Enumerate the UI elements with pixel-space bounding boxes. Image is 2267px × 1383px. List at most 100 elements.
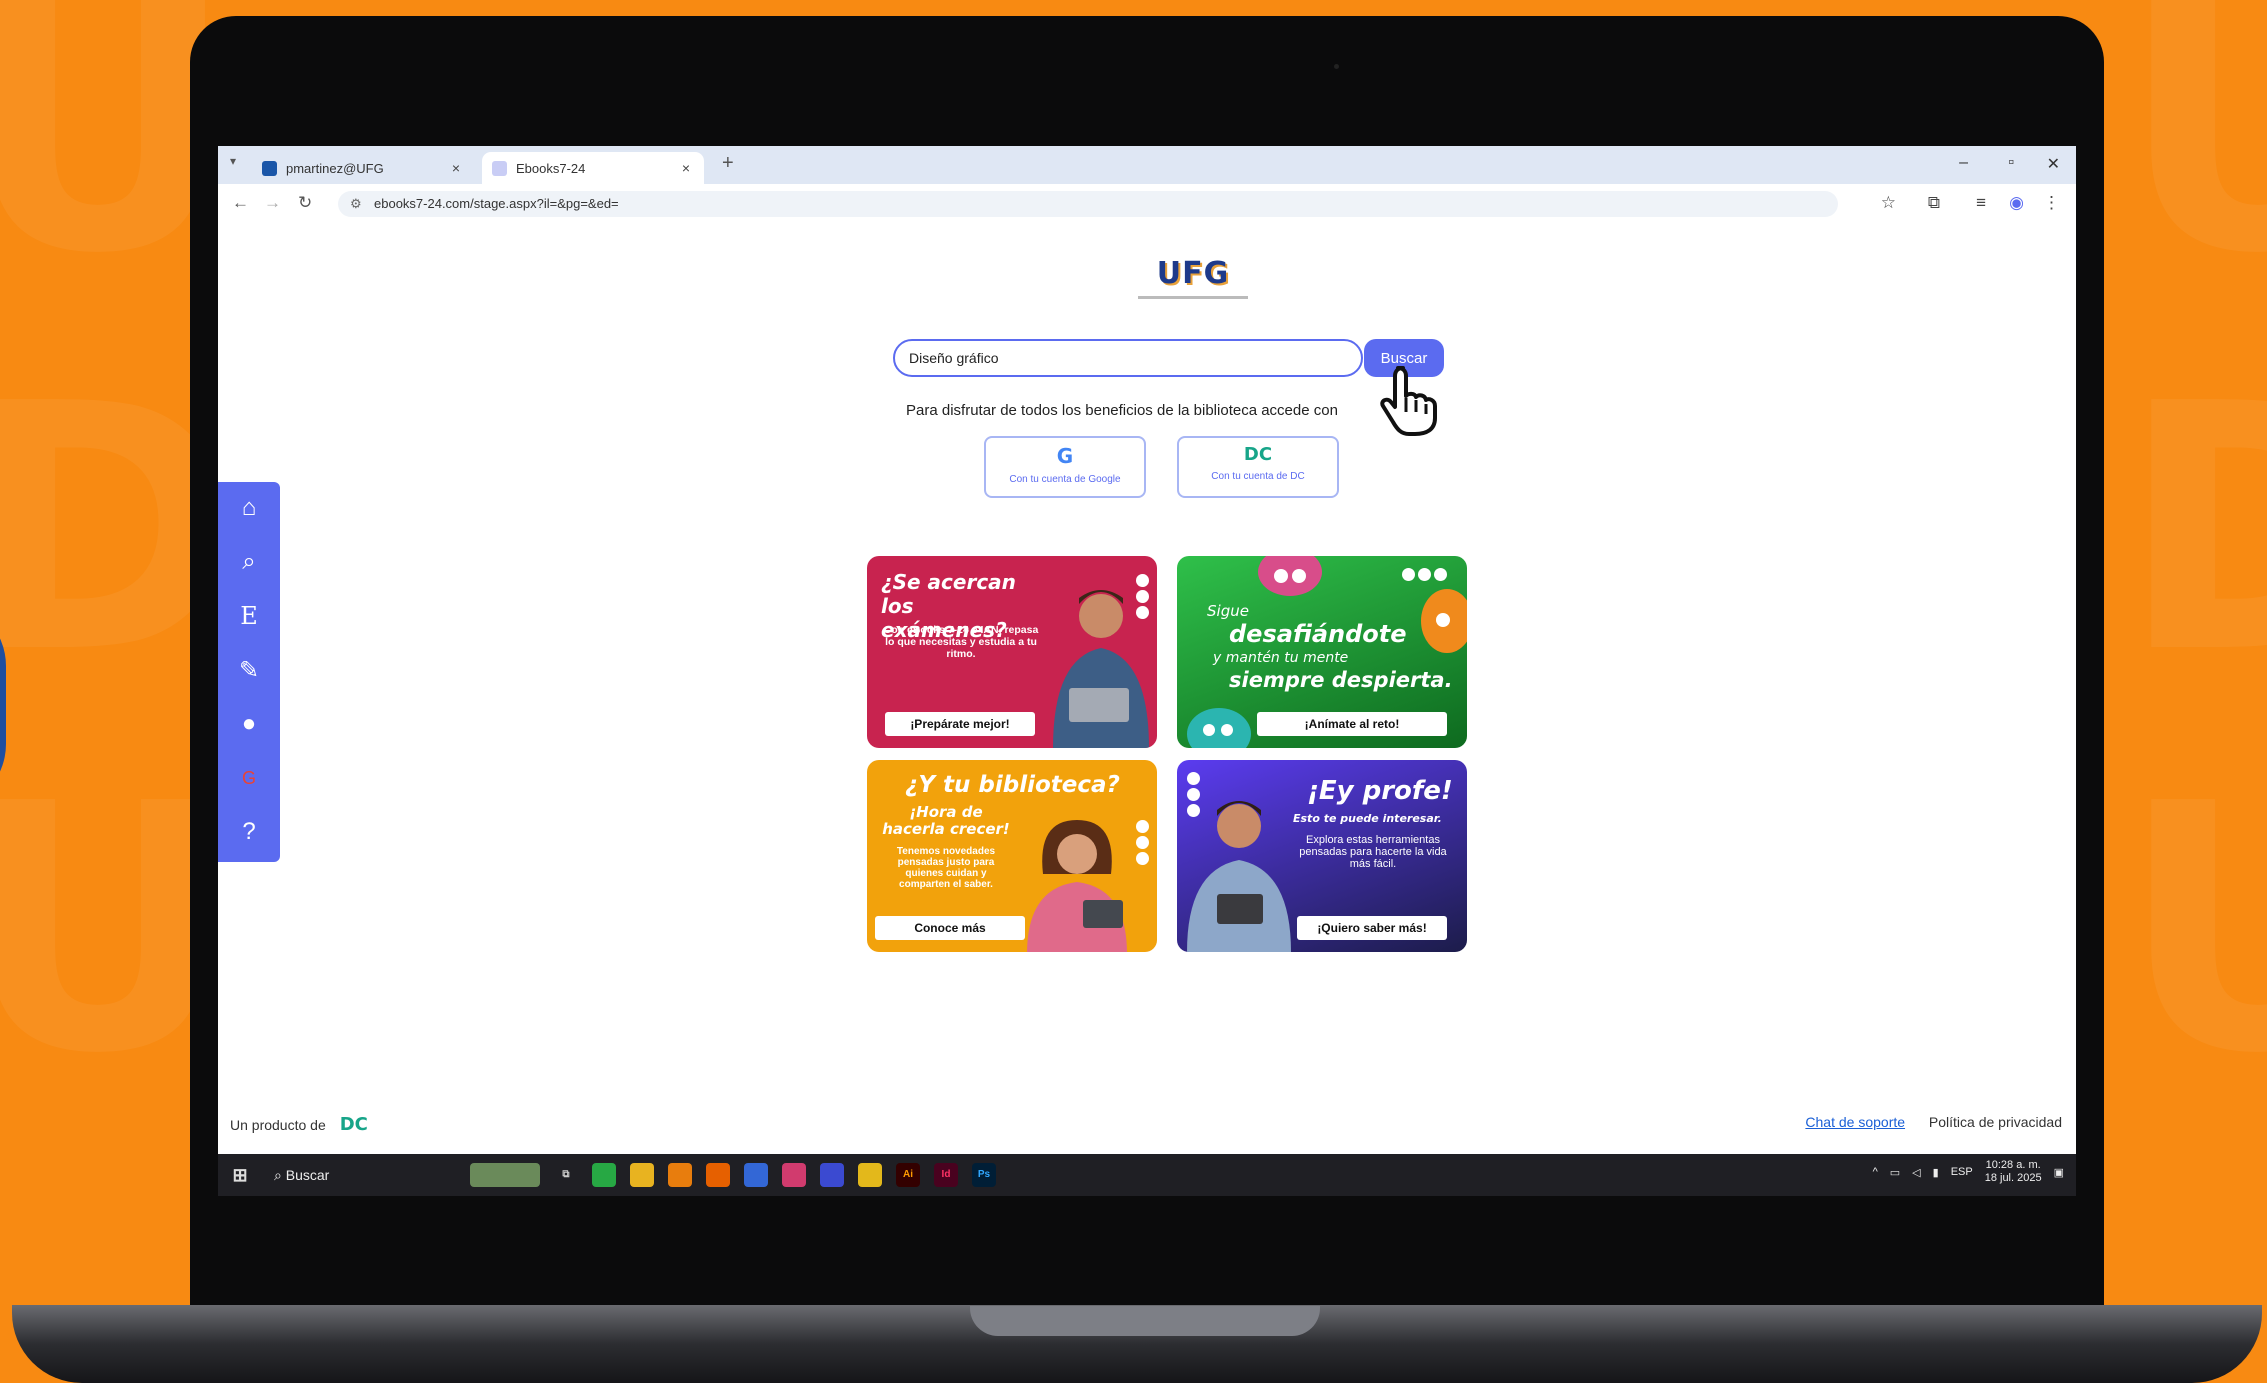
google-login-label: Con tu cuenta de Google xyxy=(1009,474,1121,485)
woman-illustration xyxy=(1027,820,1127,952)
search-input[interactable] xyxy=(893,339,1363,377)
app-blue-icon[interactable] xyxy=(820,1163,844,1187)
laptop-notch xyxy=(970,1306,1320,1336)
photoshop-icon[interactable]: Ps xyxy=(972,1163,996,1187)
dc-logo-icon[interactable]: DC xyxy=(340,1114,368,1135)
network-icon[interactable]: ▭ xyxy=(1890,1166,1900,1179)
app-yellow-icon[interactable] xyxy=(858,1163,882,1187)
browser-tabbar: ▾ pmartinez@UFG × Ebooks7-24 × + – ▫ ✕ xyxy=(218,146,2076,184)
sidebar: ⌂ ⌕ E ✎ ● G ? xyxy=(218,482,280,862)
back-icon[interactable]: ← xyxy=(232,193,249,213)
privacy-policy-link[interactable]: Política de privacidad xyxy=(1929,1114,2062,1130)
close-window-button[interactable]: ✕ xyxy=(2047,154,2060,174)
file-explorer-icon[interactable] xyxy=(630,1163,654,1187)
brain-character-icon xyxy=(1258,556,1322,596)
address-bar[interactable]: ⚙ ebooks7-24.com/stage.aspx?il=&pg=&ed= xyxy=(338,191,1838,217)
outlook-icon xyxy=(262,160,277,176)
background-letter: D xyxy=(2120,332,2267,728)
card-title-2: siempre despierta. xyxy=(1229,668,1453,692)
chrome-icon[interactable] xyxy=(744,1163,768,1187)
tab-close-button[interactable]: × xyxy=(452,160,460,176)
google-icon: G xyxy=(1056,444,1074,468)
profile-icon[interactable]: ◉ xyxy=(2009,193,2024,213)
taskbar-search[interactable]: ⌕ Buscar xyxy=(264,1160,474,1190)
hand-pointer-icon xyxy=(1380,366,1437,436)
card-dots-icon xyxy=(1136,574,1149,619)
minimize-button[interactable]: – xyxy=(1959,154,1968,172)
edit-icon[interactable]: ✎ xyxy=(218,648,280,692)
dc-login-label: Con tu cuenta de DC xyxy=(1211,471,1305,482)
help-icon[interactable]: ? xyxy=(218,810,280,854)
card-title: desafiándote xyxy=(1229,620,1407,648)
tab-pmartinez[interactable]: pmartinez@UFG × xyxy=(252,152,474,184)
widgets-icon[interactable] xyxy=(470,1163,540,1187)
forward-icon[interactable]: → xyxy=(264,193,281,213)
promo-card-teacher[interactable]: ¡Ey profe! Esto te puede interesar. Expl… xyxy=(1177,760,1467,952)
task-view-icon[interactable]: ⧉ xyxy=(554,1163,578,1187)
card-cta-button[interactable]: Conoce más xyxy=(875,916,1025,940)
blender-icon[interactable] xyxy=(668,1163,692,1187)
new-tab-button[interactable]: + xyxy=(722,152,734,175)
support-chat-link[interactable]: Chat de soporte xyxy=(1805,1114,1905,1130)
teacher-illustration xyxy=(1187,801,1291,952)
language-indicator[interactable]: ESP xyxy=(1951,1166,1973,1178)
tab-search-icon[interactable]: ▾ xyxy=(230,154,236,168)
windows-taskbar: ⊞ ⌕ Buscar ⧉ Ai Id Ps ^ ▭ ◁ ▮ ESP 10:28 … xyxy=(218,1154,2076,1196)
card-dots-icon xyxy=(1136,820,1149,865)
media-icon[interactable]: ≡ xyxy=(1976,193,1986,213)
reload-icon[interactable]: ↻ xyxy=(298,193,312,213)
tab-close-button[interactable]: × xyxy=(682,160,690,176)
home-icon[interactable]: ⌂ xyxy=(218,486,280,530)
background-letter: U xyxy=(2120,732,2267,1128)
card-sub: Esto te puede interesar. xyxy=(1293,812,1442,825)
logo-tagline xyxy=(1138,296,1248,299)
promo-card-exams[interactable]: ¿Se acercan los exámenes? Con eBooks 7-2… xyxy=(867,556,1157,748)
menu-icon[interactable]: ⋮ xyxy=(2043,193,2060,213)
card-sub: y mantén tu mente xyxy=(1213,650,1349,666)
app-green-icon[interactable] xyxy=(592,1163,616,1187)
search-icon[interactable]: ⌕ xyxy=(218,540,280,584)
windows-start-icon[interactable]: ⊞ xyxy=(228,1163,252,1187)
battery-icon[interactable]: ▮ xyxy=(1933,1166,1939,1179)
screen: ▾ pmartinez@UFG × Ebooks7-24 × + – ▫ ✕ ←… xyxy=(218,146,2076,1196)
extensions-icon[interactable]: ⧉ xyxy=(1928,193,1940,213)
promo-card-challenge[interactable]: Sigue desafiándote y mantén tu mente sie… xyxy=(1177,556,1467,748)
orange-brain-icon xyxy=(1421,589,1467,653)
search-icon: ⌕ xyxy=(274,1167,286,1183)
background-letter: U xyxy=(2120,0,2267,328)
card-body: Explora estas herramientas pensadas para… xyxy=(1299,834,1447,870)
e-icon[interactable]: E xyxy=(218,594,280,638)
taskbar-search-label: Buscar xyxy=(285,1167,330,1183)
ufg-logo[interactable]: UFG xyxy=(1133,256,1253,291)
tray-chevron-icon[interactable]: ^ xyxy=(1873,1166,1878,1178)
app-red-icon[interactable] xyxy=(782,1163,806,1187)
volume-icon[interactable]: ◁ xyxy=(1912,1166,1920,1179)
card-cta-button[interactable]: ¡Anímate al reto! xyxy=(1257,712,1447,736)
card-cta-button[interactable]: ¡Prepárate mejor! xyxy=(885,712,1035,736)
indesign-icon[interactable]: Id xyxy=(934,1163,958,1187)
bookmark-star-icon[interactable]: ☆ xyxy=(1881,193,1896,213)
footer-producer-text: Un producto de xyxy=(230,1116,326,1133)
chat-icon[interactable]: ● xyxy=(218,702,280,746)
promo-card-library[interactable]: ¿Y tu biblioteca? ¡Hora de hacerla crece… xyxy=(867,760,1157,952)
firefox-icon[interactable] xyxy=(706,1163,730,1187)
google-login-button[interactable]: G Con tu cuenta de Google xyxy=(984,436,1146,498)
maximize-button[interactable]: ▫ xyxy=(2008,154,2014,172)
tab-ebooks[interactable]: Ebooks7-24 × xyxy=(482,152,704,184)
clock[interactable]: 10:28 a. m. 18 jul. 2025 xyxy=(1985,1159,2042,1185)
google-icon[interactable]: G xyxy=(218,756,280,800)
card-sub: ¡Hora de hacerla crecer! xyxy=(882,803,1010,838)
dc-login-button[interactable]: DC Con tu cuenta de DC xyxy=(1177,436,1339,498)
site-info-icon[interactable]: ⚙ xyxy=(350,191,362,217)
card-cta-button[interactable]: ¡Quiero saber más! xyxy=(1297,916,1447,940)
notification-icon[interactable]: ▣ xyxy=(2054,1166,2064,1179)
ebooks-favicon-icon xyxy=(492,160,507,176)
card-body: Con eBooks 7-24 e IAN, repasa lo que nec… xyxy=(883,624,1039,660)
login-prompt: Para disfrutar de todos los beneficios d… xyxy=(906,402,1338,419)
url-text: ebooks7-24.com/stage.aspx?il=&pg=&ed= xyxy=(374,196,619,211)
illustrator-icon[interactable]: Ai xyxy=(896,1163,920,1187)
card-pre: Sigue xyxy=(1207,602,1249,620)
card-dots-icon xyxy=(1402,568,1447,581)
footer-producer: Un producto de DC xyxy=(230,1114,368,1135)
teal-brain-icon xyxy=(1187,708,1251,748)
